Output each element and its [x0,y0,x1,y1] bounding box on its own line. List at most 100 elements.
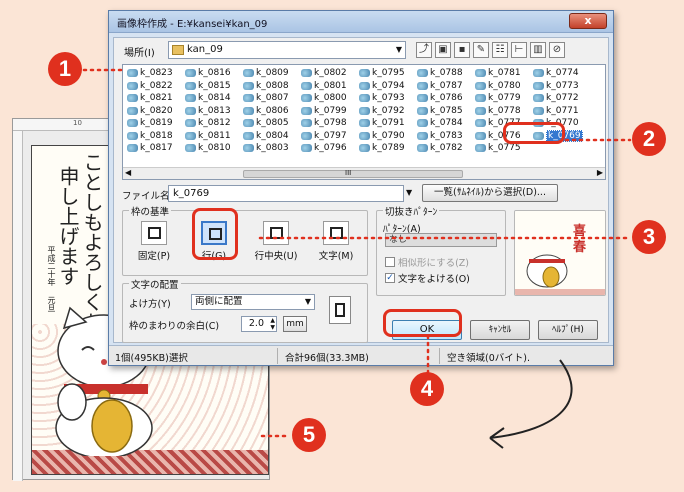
file-item[interactable]: k_0805 [243,117,301,130]
file-item[interactable]: k_0800 [301,92,359,105]
status-selected: 1個(495KB)選択 [115,353,188,364]
file-item[interactable]: k_0782 [417,142,475,155]
file-item[interactable]: k_0797 [301,130,359,143]
file-item[interactable]: k_0818 [127,130,185,143]
image-file-icon [127,131,138,140]
status-free: 空き領域(0バイト). [447,353,530,364]
image-file-icon [127,106,138,115]
file-item[interactable]: k_0789 [359,142,417,155]
file-item[interactable]: k_0808 [243,80,301,93]
file-item[interactable]: k_0807 [243,92,301,105]
file-item[interactable]: k_0783 [417,130,475,143]
file-item[interactable]: k_0822 [127,80,185,93]
filename-input[interactable]: k_0769 [168,185,404,202]
similar-shape-checkbox[interactable]: 相似形にする(Z) [385,255,469,269]
unit-button[interactable]: mm [283,316,307,332]
file-item[interactable]: k_0794 [359,80,417,93]
edit-icon[interactable]: ✎ [473,42,489,58]
file-item[interactable]: k_0772 [533,92,591,105]
file-item[interactable]: k_0796 [301,142,359,155]
file-name: k_0805 [256,118,289,129]
file-item[interactable]: k_0799 [301,105,359,118]
view-menu-icon[interactable]: ☷ [492,42,508,58]
file-name: k_0804 [256,130,289,141]
file-item[interactable]: k_0803 [243,142,301,155]
cancel-button[interactable]: ｷｬﾝｾﾙ [470,320,530,340]
text-layout-title: 文字の配置 [129,277,181,291]
file-item[interactable]: k_0793 [359,92,417,105]
up-folder-icon[interactable]: ⤴ [416,42,432,58]
tree-icon[interactable]: ⊢ [511,42,527,58]
file-name: k_0782 [430,143,463,154]
file-item[interactable]: k_0819 [127,117,185,130]
file-item[interactable]: k_0778 [475,105,533,118]
file-name: k_0786 [430,93,463,104]
file-item[interactable]: k_0817 [127,142,185,155]
file-item[interactable]: k_0792 [359,105,417,118]
file-item[interactable]: k_0815 [185,80,243,93]
image-file-icon [185,144,196,153]
file-item[interactable]: k_0773 [533,80,591,93]
file-item[interactable]: k_0812 [185,117,243,130]
yoke-select[interactable]: 両側に配置 ▼ [191,294,315,310]
date-text: 平成二十年 [47,246,56,286]
file-item[interactable]: k_0788 [417,67,475,80]
image-file-icon [417,144,428,153]
image-file-icon [127,81,138,90]
pick-from-thumbnails-button[interactable]: 一覧(ｻﾑﾈｲﾙ)から選択(D)... [422,184,558,202]
file-item[interactable]: k_0798 [301,117,359,130]
basis-char-button[interactable]: 文字(M) [311,221,361,262]
file-item[interactable]: k_0771 [533,105,591,118]
margin-input[interactable]: 2.0 ▲ ▼ [241,316,277,332]
avoid-text-checkbox[interactable]: ✓ 文字をよける(O) [385,271,470,285]
save-icon[interactable]: ▪ [454,42,470,58]
file-item[interactable]: k_0774 [533,67,591,80]
file-item[interactable]: k_0786 [417,92,475,105]
file-name: k_0791 [372,118,405,129]
file-item[interactable]: k_0790 [359,130,417,143]
scroll-thumb[interactable] [243,170,463,178]
file-item[interactable]: k_0806 [243,105,301,118]
cancel-icon[interactable]: ⊘ [549,42,565,58]
scroll-left-icon[interactable]: ◀ [125,168,131,177]
basis-line-center-button[interactable]: 行中央(U) [251,221,301,262]
line-center-icon [263,221,289,245]
file-item[interactable]: k_0779 [475,92,533,105]
location-combo[interactable]: kan_09 ▼ [168,41,406,59]
file-name: k_0772 [546,93,579,104]
help-button[interactable]: ﾍﾙﾌﾟ(H) [538,320,598,340]
pattern-select[interactable]: なし [385,233,497,247]
basis-fixed-button[interactable]: 固定(P) [129,221,179,262]
file-item[interactable]: k_0804 [243,130,301,143]
filename-dropdown-icon[interactable]: ▼ [406,188,412,197]
delete-icon[interactable]: ▥ [530,42,546,58]
file-item[interactable]: k_0814 [185,92,243,105]
horizontal-scrollbar[interactable]: ◀ III ▶ [123,167,605,179]
file-item[interactable]: k_0811 [185,130,243,143]
file-item[interactable]: k_0823 [127,67,185,80]
file-item[interactable]: k_0813 [185,105,243,118]
file-item[interactable]: k_0795 [359,67,417,80]
file-item[interactable]: k_0816 [185,67,243,80]
file-item[interactable]: k_0781 [475,67,533,80]
close-button[interactable]: x [569,13,607,29]
image-file-icon [417,119,428,128]
scroll-right-icon[interactable]: ▶ [597,168,603,177]
file-item[interactable]: k_0784 [417,117,475,130]
file-item[interactable]: k_0821 [127,92,185,105]
file-item[interactable]: k_0802 [301,67,359,80]
new-folder-icon[interactable]: ▣ [435,42,451,58]
file-item[interactable]: k_0809 [243,67,301,80]
file-item[interactable]: k_0785 [417,105,475,118]
file-item[interactable]: k_0810 [185,142,243,155]
spinner-icon[interactable]: ▲ ▼ [270,317,275,331]
file-item[interactable]: k_0787 [417,80,475,93]
file-item[interactable]: k_0820 [127,105,185,118]
file-name: k_0813 [198,105,231,116]
frame-basis-group: 枠の基準 固定(P) 行(G) 行中央(U) 文字(M) [122,204,368,276]
file-name: k_0780 [488,80,521,91]
image-file-icon [475,144,486,153]
file-item[interactable]: k_0791 [359,117,417,130]
file-item[interactable]: k_0780 [475,80,533,93]
file-item[interactable]: k_0801 [301,80,359,93]
